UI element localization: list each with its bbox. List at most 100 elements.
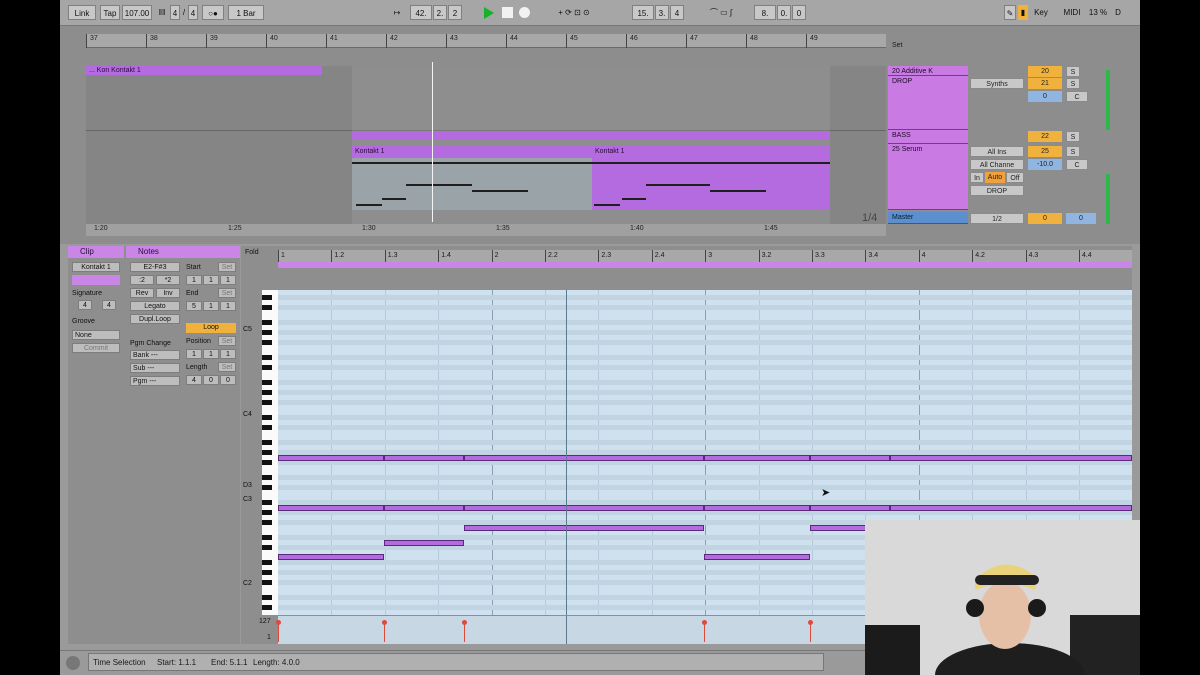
black-key[interactable] — [262, 340, 272, 345]
midi-note[interactable] — [704, 554, 810, 560]
loop-start-beat[interactable]: 3. — [655, 5, 669, 20]
black-key[interactable] — [262, 520, 272, 525]
arrangement-clip-strip[interactable] — [352, 132, 830, 140]
groove-menu[interactable]: None — [72, 330, 120, 340]
input-type-menu[interactable]: All Ins — [970, 146, 1024, 157]
song-position-beat[interactable]: 2. — [433, 5, 447, 20]
volume-drop[interactable]: 21 — [1028, 78, 1062, 89]
end-sixteenth[interactable]: 1 — [220, 301, 236, 311]
black-key[interactable] — [262, 400, 272, 405]
loop-brace[interactable] — [278, 262, 1132, 268]
clip-tab[interactable]: Clip — [68, 246, 124, 258]
loop-button[interactable]: Loop — [186, 323, 236, 333]
position-sixteenth[interactable]: 1 — [220, 349, 236, 359]
tap-button[interactable]: Tap — [100, 5, 120, 20]
halve-button[interactable]: :2 — [130, 275, 154, 285]
monitor-off-button[interactable]: Off — [1006, 172, 1024, 183]
bank-field[interactable]: Bank --- — [130, 350, 180, 360]
loop-switch-icon[interactable]: ⌒ ▭ ∫ — [696, 5, 746, 20]
clip-a-body[interactable] — [352, 158, 592, 210]
midi-note[interactable] — [890, 505, 1132, 511]
duplicate-loop-button[interactable]: Dupl.Loop — [130, 314, 180, 324]
key-map-icon[interactable]: ▮ — [1018, 5, 1028, 20]
velocity-stem[interactable] — [702, 620, 707, 642]
clip-b-body[interactable] — [592, 158, 830, 210]
midi-note[interactable] — [464, 455, 704, 461]
volume-bass[interactable]: 22 — [1028, 131, 1062, 142]
sig-denominator[interactable]: 4 — [188, 5, 198, 20]
black-key[interactable] — [262, 475, 272, 480]
black-key[interactable] — [262, 500, 272, 505]
end-set-button[interactable]: Set — [218, 288, 236, 298]
signature-denominator[interactable]: 4 — [102, 300, 116, 310]
velocity-stem[interactable] — [462, 620, 467, 642]
volume-master[interactable]: 0 — [1028, 213, 1062, 224]
black-key[interactable] — [262, 365, 272, 370]
play-overview-icon[interactable] — [66, 656, 80, 670]
black-key[interactable] — [262, 460, 272, 465]
volume-20[interactable]: 20 — [1028, 66, 1062, 77]
end-beat[interactable]: 1 — [203, 301, 219, 311]
clip-name-field[interactable]: Kontakt 1 — [72, 262, 120, 272]
program-field[interactable]: Pgm --- — [130, 376, 180, 386]
pan-master[interactable]: 0 — [1066, 213, 1096, 224]
black-key[interactable] — [262, 450, 272, 455]
velocity-stem[interactable] — [276, 620, 281, 642]
double-button[interactable]: *2 — [156, 275, 180, 285]
arrangement-clip-b[interactable]: Kontakt 1 — [592, 146, 830, 158]
black-key[interactable] — [262, 580, 272, 585]
arrangement-clip-top[interactable]: ... Kon Kontakt 1 — [86, 66, 322, 75]
track-header-master[interactable]: Master — [888, 212, 968, 224]
solo-button[interactable]: S — [1066, 146, 1080, 157]
black-key[interactable] — [262, 425, 272, 430]
position-set-button[interactable]: Set — [218, 336, 236, 346]
velocity-stem[interactable] — [382, 620, 387, 642]
black-key[interactable] — [262, 595, 272, 600]
start-bar[interactable]: 1 — [186, 275, 202, 285]
midi-note[interactable] — [278, 554, 384, 560]
play-icon[interactable] — [484, 7, 494, 19]
midi-note[interactable] — [810, 505, 890, 511]
song-position-sixteenth[interactable]: 2 — [448, 5, 462, 20]
metronome-button[interactable]: ○● — [202, 5, 224, 20]
follow-icon[interactable]: ↦ — [390, 5, 404, 20]
volume-serum[interactable]: 25 — [1028, 146, 1062, 157]
signature-numerator[interactable]: 4 — [78, 300, 92, 310]
black-key[interactable] — [262, 380, 272, 385]
midi-note[interactable] — [810, 455, 890, 461]
key-map-button[interactable]: Key — [1030, 5, 1052, 20]
midi-note[interactable] — [464, 505, 704, 511]
length-bar[interactable]: 4 — [186, 375, 202, 385]
start-set-button[interactable]: Set — [218, 262, 236, 272]
input-channel-menu[interactable]: All Channe — [970, 159, 1024, 170]
note-range-field[interactable]: E2-F#3 — [130, 262, 180, 272]
black-key[interactable] — [262, 305, 272, 310]
length-set-button[interactable]: Set — [218, 362, 236, 372]
black-key[interactable] — [262, 570, 272, 575]
quantize-menu[interactable]: 1 Bar — [228, 5, 264, 20]
track-header-drop[interactable]: DROP — [888, 76, 968, 130]
black-key[interactable] — [262, 295, 272, 300]
midi-note[interactable] — [704, 455, 810, 461]
time-ruler[interactable]: 1:20 1:25 1:30 1:35 1:40 1:45 — [86, 224, 886, 236]
length-sixteenth[interactable]: 0 — [220, 375, 236, 385]
beat-ruler[interactable]: 1 1.2 1.3 1.4 2 2.2 2.3 2.4 3 3.2 3.3 3.4 4 4.2 4.3 4.4 — [278, 250, 1132, 262]
black-key[interactable] — [262, 510, 272, 515]
midi-note[interactable] — [384, 505, 464, 511]
track-header-bass[interactable]: BASS — [888, 130, 968, 144]
loop-start-sixteenth[interactable]: 4 — [670, 5, 684, 20]
loop-length-bar[interactable]: 8. — [754, 5, 776, 20]
sig-numerator[interactable]: 4 — [170, 5, 180, 20]
nudge-icon[interactable]: ‖‖ — [156, 5, 168, 20]
black-key[interactable] — [262, 485, 272, 490]
commit-button[interactable]: Commit — [72, 343, 120, 353]
pan-serum[interactable]: -10.0 — [1028, 159, 1062, 170]
position-bar[interactable]: 1 — [186, 349, 202, 359]
notes-tab[interactable]: Notes — [126, 246, 240, 258]
track-header-20-additive[interactable]: 20 Additive K — [888, 66, 968, 76]
black-key[interactable] — [262, 535, 272, 540]
song-position-bar[interactable]: 42. — [410, 5, 432, 20]
output-routing-menu[interactable]: Synths — [970, 78, 1024, 89]
black-key[interactable] — [262, 560, 272, 565]
midi-map-button[interactable]: MIDI — [1060, 5, 1084, 20]
